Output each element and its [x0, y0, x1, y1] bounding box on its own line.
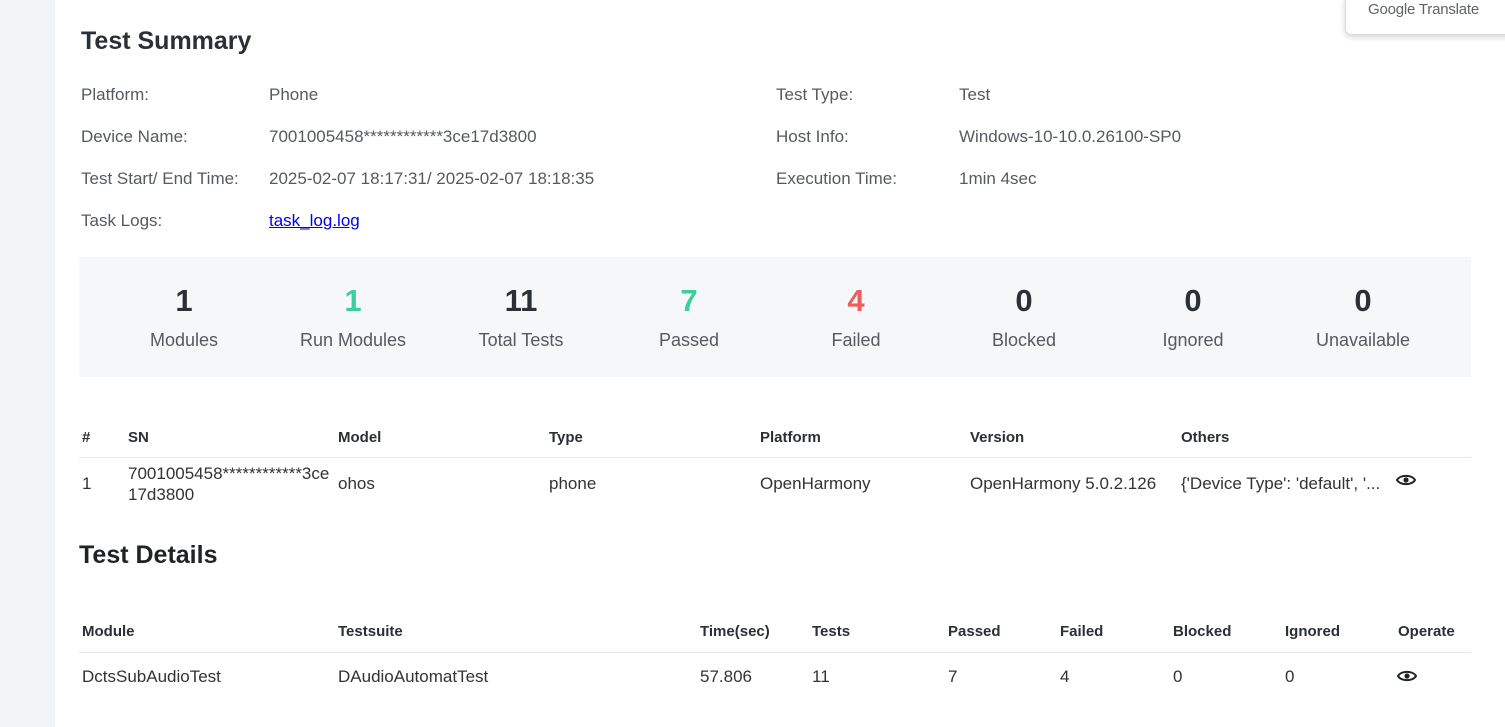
platform-label: Platform: [81, 85, 150, 104]
platform-value: Phone [269, 85, 319, 104]
stat-label: Failed [831, 330, 881, 350]
stat-value: 0 [1354, 283, 1372, 318]
details-time: 57.806 [700, 667, 752, 686]
stat-label: Run Modules [299, 330, 407, 350]
details-ignored: 0 [1285, 667, 1295, 686]
stat-label: Passed [658, 330, 720, 350]
details-title: Test Details [79, 541, 218, 569]
device-col-others: Others [1181, 429, 1230, 446]
details-col-module: Module [82, 623, 135, 640]
eye-icon[interactable] [1397, 669, 1417, 683]
details-col-time: Time(sec) [700, 623, 770, 640]
device-name-value: 7001005458************3ce17d3800 [269, 127, 537, 146]
test-type-value: Test [959, 85, 991, 104]
device-col-version: Version [970, 429, 1025, 446]
stats-panel: 1 Modules 1 Run Modules 11 Total Tests 7… [79, 257, 1471, 377]
device-name-label: Device Name: [81, 127, 188, 146]
eye-icon[interactable] [1396, 473, 1416, 487]
report-page: Google Translate Test Summary Platform: … [55, 0, 1505, 727]
device-col-type: Type [549, 429, 583, 446]
device-col-sn: SN [128, 429, 149, 446]
device-col-platform: Platform [760, 429, 821, 446]
details-blocked: 0 [1173, 667, 1183, 686]
device-sn: 7001005458************3ce17d3800 [128, 464, 330, 504]
device-index: 1 [82, 474, 92, 493]
device-model: ohos [338, 474, 375, 493]
device-col-index: # [82, 429, 91, 446]
host-info-label: Host Info: [776, 127, 849, 146]
stat-value: 1 [344, 283, 362, 318]
stat-value: 0 [1184, 283, 1202, 318]
details-col-ignored: Ignored [1285, 623, 1340, 640]
device-platform: OpenHarmony [760, 474, 871, 493]
execution-time-value: 1min 4sec [959, 169, 1037, 188]
stat-value: 11 [504, 283, 538, 318]
summary-title: Test Summary [81, 27, 252, 55]
stat-value: 1 [175, 283, 193, 318]
details-header-divider [79, 652, 1471, 653]
host-info-value: Windows-10-10.0.26100-SP0 [959, 127, 1182, 146]
google-translate-widget[interactable]: Google Translate [1345, 0, 1505, 35]
details-testsuite: DAudioAutomatTest [338, 667, 489, 686]
stat-label: Total Tests [478, 330, 564, 350]
details-col-passed: Passed [948, 623, 1001, 640]
stat-label: Ignored [1162, 330, 1224, 350]
device-others: {'Device Type': 'default', '... [1181, 474, 1381, 493]
test-time-label: Test Start/ End Time: [81, 169, 239, 188]
test-type-label: Test Type: [776, 85, 854, 104]
task-logs-label: Task Logs: [81, 211, 163, 230]
details-col-testsuite: Testsuite [338, 623, 403, 640]
stat-label: Modules [149, 330, 219, 350]
details-tests: 11 [812, 667, 830, 686]
details-passed: 7 [948, 667, 958, 686]
device-header-divider [79, 457, 1471, 458]
device-type: phone [549, 474, 597, 493]
execution-time-label: Execution Time: [776, 169, 897, 188]
task-log-link[interactable]: task_log.log [269, 211, 360, 231]
details-col-failed: Failed [1060, 623, 1104, 640]
device-version: OpenHarmony 5.0.2.126 [970, 474, 1157, 493]
details-col-tests: Tests [812, 623, 851, 640]
stat-value: 4 [847, 283, 865, 318]
stat-label: Unavailable [1315, 330, 1411, 350]
stat-value: 0 [1015, 283, 1033, 318]
stat-value: 7 [680, 283, 698, 318]
details-failed: 4 [1060, 667, 1070, 686]
google-translate-label: Google Translate [1368, 1, 1480, 18]
test-time-value: 2025-02-07 18:17:31/ 2025-02-07 18:18:35 [269, 169, 595, 188]
device-col-model: Model [338, 429, 382, 446]
details-col-operate: Operate [1398, 623, 1455, 640]
stat-label: Blocked [991, 330, 1057, 350]
details-col-blocked: Blocked [1173, 623, 1232, 640]
details-module: DctsSubAudioTest [82, 667, 221, 686]
